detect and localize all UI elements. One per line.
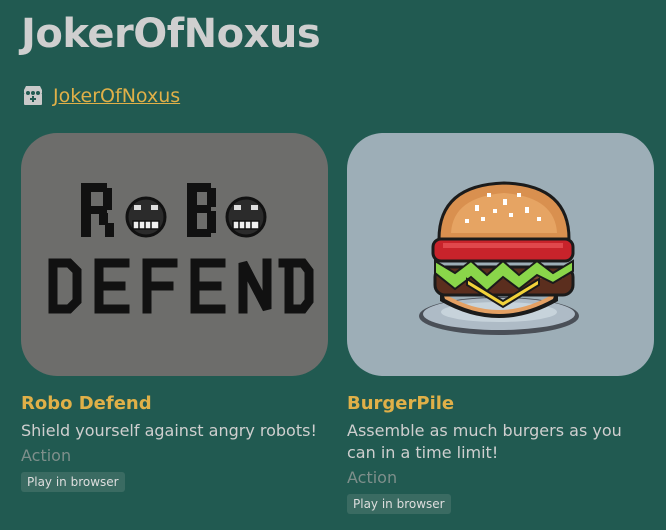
- game-description: Assemble as much burgers as you can in a…: [347, 421, 622, 462]
- itchio-storefront-icon: [21, 84, 45, 108]
- game-genre: Action: [347, 468, 398, 487]
- platform-badge: Play in browser: [21, 472, 125, 492]
- game-genre: Action: [21, 446, 72, 465]
- game-card-robo-defend: Robo Defend Shield yourself against angr…: [21, 133, 328, 492]
- game-description: Shield yourself against angry robots!: [21, 421, 317, 440]
- game-thumbnail-burgerpile[interactable]: [347, 133, 654, 376]
- platform-badge: Play in browser: [347, 494, 451, 514]
- game-title[interactable]: Robo Defend: [21, 392, 328, 416]
- game-title[interactable]: BurgerPile: [347, 392, 654, 416]
- game-thumbnail-robo-defend[interactable]: [21, 133, 328, 376]
- page-title: JokerOfNoxus: [21, 11, 321, 57]
- profile-link[interactable]: JokerOfNoxus: [53, 85, 180, 107]
- game-card-burgerpile: BurgerPile Assemble as much burgers as y…: [347, 133, 654, 514]
- profile-link-row: JokerOfNoxus: [21, 84, 180, 108]
